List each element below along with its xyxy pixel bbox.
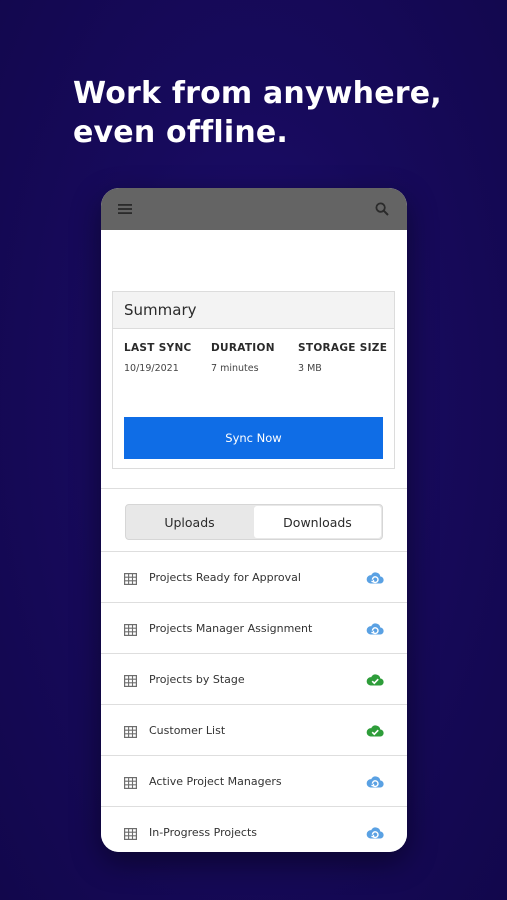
table-icon [124, 672, 138, 691]
sync-direction-tabs: Uploads Downloads [125, 504, 383, 540]
content-sheet: Summary LAST SYNC 10/19/2021 DURATION 7 … [101, 230, 407, 852]
stat-value: 7 minutes [211, 363, 259, 374]
list-item[interactable]: Projects Ready for Approval [101, 551, 407, 602]
search-icon[interactable] [375, 202, 389, 216]
stat-label: DURATION [211, 342, 275, 354]
stat-last-sync: LAST SYNC 10/19/2021 [124, 342, 192, 374]
table-icon [124, 570, 138, 589]
summary-card: Summary LAST SYNC 10/19/2021 DURATION 7 … [112, 291, 395, 469]
menu-icon[interactable] [118, 203, 132, 215]
table-icon [124, 774, 138, 793]
list-item-label: Customer List [149, 723, 226, 737]
section-divider [101, 488, 407, 489]
list-item-label: Projects by Stage [149, 672, 245, 686]
cloud-sync-icon [366, 824, 384, 843]
phone-screen: Summary LAST SYNC 10/19/2021 DURATION 7 … [101, 188, 407, 852]
cloud-check-icon [366, 722, 384, 741]
stat-value: 3 MB [298, 363, 322, 374]
table-icon [124, 723, 138, 742]
stat-storage-size: STORAGE SIZE 3 MB [298, 342, 387, 374]
cloud-sync-icon [366, 773, 384, 792]
list-item[interactable]: Active Project Managers [101, 755, 407, 806]
headline-line-1: Work from anywhere, [73, 76, 442, 111]
table-icon [124, 621, 138, 640]
list-item[interactable]: In-Progress Projects [101, 806, 407, 852]
downloads-list: Projects Ready for Approval Projects Mana… [101, 551, 407, 852]
list-item-label: Projects Ready for Approval [149, 570, 301, 584]
stat-duration: DURATION 7 minutes [211, 342, 275, 374]
stat-label: LAST SYNC [124, 342, 192, 354]
cloud-sync-icon [366, 620, 384, 639]
sync-stats: LAST SYNC 10/19/2021 DURATION 7 minutes … [124, 342, 394, 382]
table-icon [124, 825, 138, 844]
list-item-label: Projects Manager Assignment [149, 621, 313, 635]
list-item[interactable]: Projects Manager Assignment [101, 602, 407, 653]
app-bar [101, 188, 407, 230]
stat-label: STORAGE SIZE [298, 342, 388, 354]
cloud-sync-icon [366, 569, 384, 588]
list-item-label: In-Progress Projects [149, 825, 257, 839]
tab-downloads[interactable]: Downloads [254, 506, 381, 538]
headline: Work from anywhere, even offline. [73, 74, 453, 152]
cloud-check-icon [366, 671, 384, 690]
list-item-label: Active Project Managers [149, 774, 282, 788]
summary-title: Summary [113, 292, 394, 329]
list-item[interactable]: Projects by Stage [101, 653, 407, 704]
tab-uploads[interactable]: Uploads [126, 505, 253, 539]
list-item[interactable]: Customer List [101, 704, 407, 755]
headline-line-2: even offline. [73, 115, 289, 150]
sync-now-button[interactable]: Sync Now [124, 417, 383, 459]
stat-value: 10/19/2021 [124, 363, 179, 374]
